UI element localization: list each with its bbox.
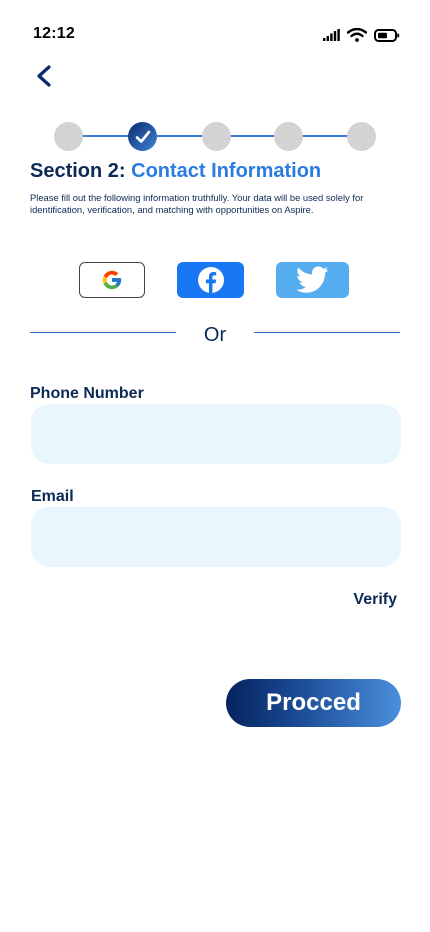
back-button[interactable] xyxy=(32,62,56,90)
facebook-icon xyxy=(197,267,224,293)
email-label: Email xyxy=(31,488,74,505)
status-icons xyxy=(323,28,400,42)
divider-or-label: Or xyxy=(203,324,227,346)
facebook-login-button[interactable] xyxy=(177,262,244,298)
proceed-button[interactable]: Procced xyxy=(226,679,401,727)
wifi-icon xyxy=(347,28,367,42)
section-name: Contact Information xyxy=(131,160,322,182)
checkmark-icon xyxy=(135,130,150,143)
google-icon xyxy=(102,270,122,290)
step-4 xyxy=(274,122,303,151)
step-1 xyxy=(54,122,83,151)
progress-stepper xyxy=(54,121,376,152)
verify-link[interactable]: Verify xyxy=(353,591,397,609)
twitter-icon xyxy=(296,266,329,293)
battery-icon xyxy=(374,28,400,42)
divider-line-right xyxy=(254,332,400,334)
email-input[interactable] xyxy=(31,507,401,567)
phone-input[interactable] xyxy=(31,404,401,464)
status-time: 12:12 xyxy=(33,25,75,42)
phone-label: Phone Number xyxy=(30,385,144,402)
step-3 xyxy=(202,122,231,151)
twitter-login-button[interactable] xyxy=(276,262,349,298)
google-login-button[interactable] xyxy=(79,262,145,298)
section-title: Section 2: Contact Information xyxy=(30,160,321,183)
step-2-completed xyxy=(128,122,157,151)
step-5 xyxy=(347,122,376,151)
signal-icon xyxy=(323,29,340,41)
section-number: Section 2: xyxy=(30,160,126,182)
section-description: Please fill out the following informatio… xyxy=(30,192,364,215)
chevron-left-icon xyxy=(37,65,51,87)
divider-line-left xyxy=(30,332,176,334)
